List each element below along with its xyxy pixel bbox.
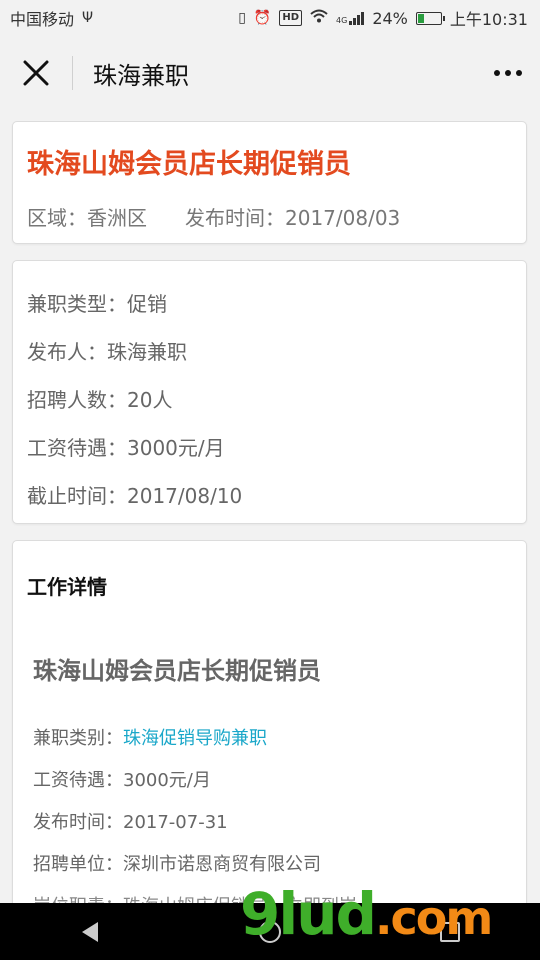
close-icon: [23, 60, 49, 86]
usb-icon: Ψ: [82, 10, 94, 26]
section-title: 工作详情: [27, 575, 107, 599]
job-info-list: 兼职类型：促销 发布人：珠海兼职 招聘人数：20人 工资待遇：3000元/月 截…: [27, 289, 242, 529]
detail-title: 珠海山姆会员店长期促销员: [33, 657, 321, 685]
job-publish-time: 发布时间：2017/08/03: [185, 206, 401, 230]
clock: 上午10:31: [449, 10, 528, 29]
carrier-name: 中国移动: [10, 10, 75, 29]
network-type-label: 4G: [336, 16, 348, 25]
status-bar: 中国移动 Ψ ▯ ⏰ HD 4G 24% 上午10:31: [0, 0, 540, 36]
nav-bar: 珠海兼职: [0, 36, 540, 110]
job-info-card: 兼职类型：促销 发布人：珠海兼职 招聘人数：20人 工资待遇：3000元/月 截…: [12, 260, 527, 524]
battery-percent: 24%: [372, 8, 408, 28]
status-right: ▯ ⏰ HD 4G 24% 上午10:31: [238, 6, 528, 30]
job-header-card: 珠海山姆会员店长期促销员 区域：香洲区 发布时间：2017/08/03: [12, 121, 527, 244]
back-icon: [82, 921, 98, 942]
job-region: 区域：香洲区: [27, 206, 147, 230]
category-link[interactable]: 珠海促销导购兼职: [123, 728, 267, 749]
watermark-logo: 9lud.com: [240, 880, 493, 948]
close-button[interactable]: [0, 36, 72, 110]
detail-row-publish-time: 发布时间：2017-07-31: [33, 812, 228, 833]
info-row-headcount: 招聘人数：20人: [27, 388, 173, 412]
nav-title: 珠海兼职: [93, 61, 189, 90]
info-row-deadline: 截止时间：2017/08/10: [27, 484, 243, 508]
hd-icon: HD: [279, 10, 303, 26]
info-row-publisher: 发布人：珠海兼职: [27, 340, 187, 364]
detail-row-salary: 工资待遇：3000元/月: [33, 770, 211, 791]
status-left: 中国移动 Ψ: [10, 6, 93, 30]
wifi-icon: [310, 9, 328, 27]
category-label: 兼职类别：: [33, 728, 123, 749]
vibrate-icon: ▯: [238, 10, 246, 26]
job-meta-row: 区域：香洲区 发布时间：2017/08/03: [27, 202, 400, 231]
job-title: 珠海山姆会员店长期促销员: [27, 149, 351, 180]
alarm-icon: ⏰: [253, 10, 272, 26]
watermark-main: 9lud: [240, 880, 377, 948]
back-button[interactable]: [70, 912, 110, 952]
watermark-suffix: .com: [375, 891, 493, 945]
detail-row-category: 兼职类别：珠海促销导购兼职: [33, 726, 357, 768]
battery-icon: [415, 11, 445, 25]
more-icon: [494, 70, 500, 76]
signal-icon: 4G: [336, 11, 365, 25]
info-row-type: 兼职类型：促销: [27, 292, 167, 316]
info-row-salary: 工资待遇：3000元/月: [27, 436, 225, 460]
nav-divider: [72, 56, 73, 90]
more-button[interactable]: [476, 70, 540, 76]
